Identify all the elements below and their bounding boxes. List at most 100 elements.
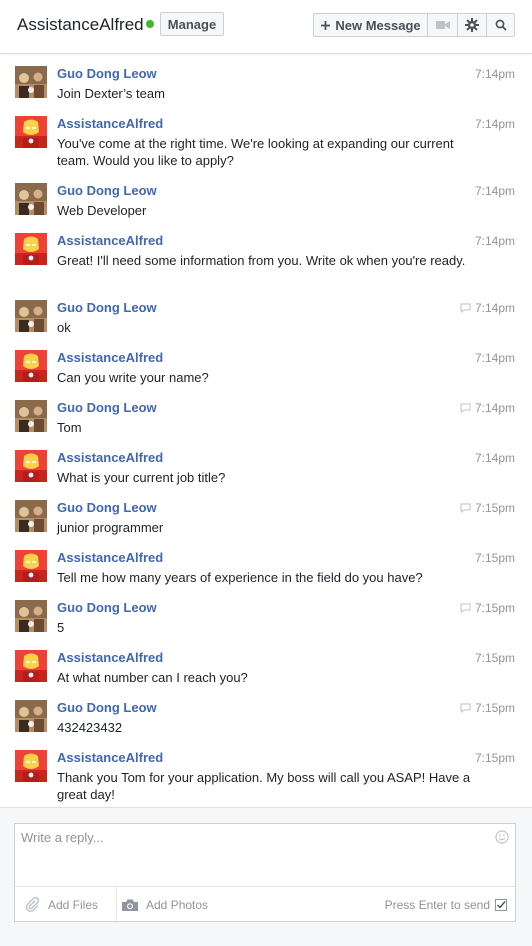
message-time-label: 7:15pm [474,551,515,565]
user-avatar[interactable] [15,66,47,98]
paperclip-icon [25,897,40,912]
reply-composer: Add Files Add Photos Press Enter to send [14,823,516,923]
online-status-dot [146,20,154,28]
manage-button[interactable]: Manage [160,12,224,36]
user-avatar[interactable] [15,183,47,215]
message-text: 432423432 [57,720,123,735]
plus-icon [321,20,331,30]
message-time: 7:14pm [475,184,515,198]
message-sender[interactable]: Guo Dong Leow [57,183,157,198]
message-text: Great! I'll need some information from y… [57,253,466,268]
message-time-label: 7:15pm [474,651,515,665]
message-time: 7:14pm [475,117,515,131]
message-sender[interactable]: Guo Dong Leow [57,300,157,315]
message-time: 7:15pm [460,501,515,515]
send-hint-label: Press Enter to send [384,898,490,912]
bot-avatar[interactable] [15,350,47,382]
enter-to-send-toggle[interactable]: Press Enter to send [385,887,507,923]
message-text: Can you write your name? [57,370,209,385]
add-photos-button[interactable]: Add Photos [119,887,208,923]
video-call-button[interactable] [428,14,458,36]
message-time: 7:14pm [475,67,515,81]
message-time: 7:15pm [460,701,515,715]
new-message-button[interactable]: New Message [314,14,428,36]
message-text: 5 [57,620,65,635]
message-sender[interactable]: Guo Dong Leow [57,400,157,415]
search-icon [495,19,507,31]
message-time-label: 7:14pm [474,67,515,81]
message-text: ok [57,320,71,335]
message-time-label: 7:15pm [474,751,515,765]
user-avatar[interactable] [15,300,47,332]
reply-input[interactable] [21,830,491,880]
message-time-label: 7:14pm [474,184,515,198]
message-sender[interactable]: AssistanceAlfred [57,233,163,248]
user-avatar[interactable] [15,700,47,732]
message-sender[interactable]: AssistanceAlfred [57,550,163,565]
bot-avatar[interactable] [15,550,47,582]
add-files-label: Add Files [48,898,99,912]
message-sender[interactable]: AssistanceAlfred [57,650,163,665]
conversation-title[interactable]: AssistanceAlfred [17,15,144,35]
message-text: Tom [57,420,82,435]
message-text: Web Developer [57,203,147,218]
message-list[interactable]: Guo Dong Leow 7:14pm Join Dexter’s team Ass… [0,55,532,807]
message-time: 7:14pm [475,451,515,465]
message-time-label: 7:15pm [474,501,515,515]
search-button[interactable] [487,14,514,36]
message-time: 7:15pm [460,601,515,615]
bot-avatar[interactable] [15,650,47,682]
message-sender[interactable]: Guo Dong Leow [57,500,157,515]
conversation-header: AssistanceAlfred Manage New Message [0,0,532,54]
video-camera-icon [435,21,450,29]
message-time-label: 7:14pm [474,301,515,315]
user-avatar[interactable] [15,600,47,632]
message-sender[interactable]: Guo Dong Leow [57,66,157,81]
message-text: Join Dexter’s team [57,86,165,101]
user-avatar[interactable] [15,500,47,532]
message-time: 7:14pm [460,401,515,415]
message-text: You've come at the right time. We're loo… [57,136,454,168]
message-time-label: 7:15pm [474,701,515,715]
camera-icon [122,899,138,911]
message-time-label: 7:15pm [474,601,515,615]
message-text: What is your current job title? [57,470,226,485]
message-time-label: 7:14pm [474,451,515,465]
message-sender[interactable]: Guo Dong Leow [57,700,157,715]
message-text: At what number can I reach you? [57,670,248,685]
chat-bubble-icon [460,403,471,413]
chat-bubble-icon [460,503,471,513]
message-time: 7:15pm [475,751,515,765]
message-sender[interactable]: AssistanceAlfred [57,116,163,131]
message-text: Thank you Tom for your application. My b… [57,770,471,802]
gear-icon [465,18,479,32]
settings-button[interactable] [458,14,487,36]
add-photos-label: Add Photos [146,898,209,912]
message-text: Tell me how many years of experience in … [57,570,423,585]
message-sender[interactable]: AssistanceAlfred [57,750,163,765]
emoji-icon[interactable] [495,830,509,844]
message-time: 7:15pm [475,651,515,665]
message-sender[interactable]: Guo Dong Leow [57,600,157,615]
message-time: 7:14pm [475,351,515,365]
user-avatar[interactable] [15,400,47,432]
bot-avatar[interactable] [15,750,47,782]
add-files-button[interactable]: Add Files [25,887,117,923]
bot-avatar[interactable] [15,116,47,148]
message-time: 7:14pm [460,301,515,315]
checkbox-checked-icon[interactable] [495,899,507,911]
message-time-label: 7:14pm [474,401,515,415]
chat-bubble-icon [460,703,471,713]
new-message-label: New Message [335,17,421,33]
message-time-label: 7:14pm [474,351,515,365]
chat-bubble-icon [460,303,471,313]
header-actions: New Message [313,13,515,37]
chat-bubble-icon [460,603,471,613]
message-sender[interactable]: AssistanceAlfred [57,450,163,465]
message-sender[interactable]: AssistanceAlfred [57,350,163,365]
message-time: 7:14pm [475,234,515,248]
bot-avatar[interactable] [15,233,47,265]
message-text: junior programmer [57,520,164,535]
bot-avatar[interactable] [15,450,47,482]
composer-toolbar: Add Files Add Photos Press Enter to send [15,886,515,923]
